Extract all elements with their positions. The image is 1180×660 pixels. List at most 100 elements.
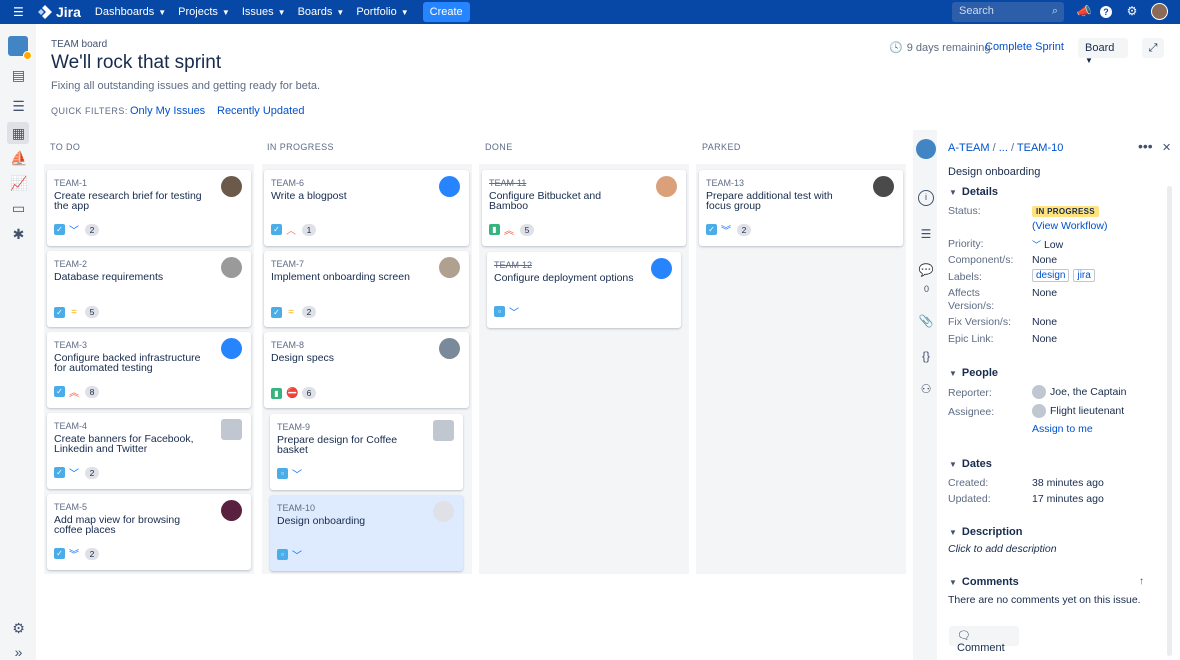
project-avatar[interactable] <box>8 36 32 60</box>
issue-key[interactable]: TEAM-12 <box>494 260 532 270</box>
reporter-value[interactable]: Joe, the Captain <box>1032 385 1126 399</box>
nav-dashboards[interactable]: Dashboards ▼ <box>95 6 166 18</box>
board-name[interactable]: TEAM board <box>51 39 107 50</box>
issue-key[interactable]: TEAM-13 <box>706 178 744 188</box>
comments-section-toggle[interactable]: ▼ Comments <box>949 576 1019 588</box>
issue-key[interactable]: TEAM-6 <box>271 178 304 188</box>
board-icon[interactable]: ▦ <box>10 125 27 141</box>
subtask-card-selected[interactable]: TEAM-10 Design onboarding ▫ ﹀ <box>270 495 463 571</box>
filter-recently-updated[interactable]: Recently Updated <box>217 105 304 117</box>
nav-portfolio[interactable]: Portfolio ▼ <box>356 6 408 18</box>
search-input[interactable]: Search ⌕ <box>952 2 1064 22</box>
subtask-card[interactable]: TEAM-9 Prepare design for Coffee basket … <box>270 414 463 490</box>
filter-only-my-issues[interactable]: Only My Issues <box>130 105 205 117</box>
assign-to-me-link[interactable]: Assign to me <box>1032 423 1093 435</box>
fix-version-value[interactable]: None <box>1032 316 1057 328</box>
issue-card[interactable]: TEAM-2 Database requirements ✓ = 5 <box>47 251 251 327</box>
issue-card[interactable]: TEAM-13 Prepare additional test with foc… <box>699 170 903 246</box>
menu-icon[interactable]: ☰ <box>13 5 27 19</box>
subtask-card[interactable]: TEAM-12 Configure deployment options ▫ ﹀ <box>487 252 681 328</box>
issue-card[interactable]: TEAM-1 Create research brief for testing… <box>47 170 251 246</box>
issue-key[interactable]: TEAM-9 <box>277 422 310 432</box>
jira-logo[interactable]: Jira <box>37 4 81 20</box>
assignee-label: Assignee: <box>948 406 995 418</box>
people-section-toggle[interactable]: ▼ People <box>949 367 998 379</box>
issue-key[interactable]: TEAM-8 <box>271 340 304 350</box>
code-icon[interactable]: {} <box>918 349 934 365</box>
issue-summary: Create banners for Facebook, Linkedin an… <box>54 433 194 455</box>
nav-boards[interactable]: Boards ▼ <box>298 6 345 18</box>
complete-sprint-button[interactable]: Complete Sprint <box>985 41 1064 53</box>
description-section-toggle[interactable]: ▼ Description <box>949 526 1022 538</box>
nav-projects[interactable]: Projects ▼ <box>178 6 230 18</box>
details-icon[interactable]: ☰ <box>918 227 934 243</box>
expand-sidebar-icon[interactable]: » <box>10 644 27 660</box>
epic-link-value[interactable]: None <box>1032 333 1057 345</box>
panel-scrollbar[interactable] <box>1167 186 1172 656</box>
gear-icon[interactable]: ⚙ <box>1124 4 1140 20</box>
issue-key[interactable]: TEAM-10 <box>277 503 315 513</box>
issue-key[interactable]: TEAM-5 <box>54 502 87 512</box>
priority-low-icon: ﹀ <box>292 470 302 481</box>
issue-card[interactable]: TEAM-4 Create banners for Facebook, Link… <box>47 413 251 489</box>
create-button[interactable]: Create <box>422 2 470 22</box>
help-icon[interactable]: ? <box>1100 6 1112 18</box>
issue-card[interactable]: TEAM-8 Design specs ▮ ⛔ 6 <box>264 332 469 408</box>
user-avatar[interactable] <box>1151 3 1168 20</box>
issues-icon[interactable]: ▭ <box>10 200 27 216</box>
issue-key[interactable]: TEAM-7 <box>271 259 304 269</box>
fix-version-label: Fix Version/s: <box>948 316 1012 328</box>
issue-key[interactable]: TEAM-4 <box>54 421 87 431</box>
roadmap-icon[interactable]: ▤ <box>10 67 27 83</box>
more-actions-icon[interactable]: ••• <box>1138 138 1153 154</box>
priority-text: Low <box>1043 239 1064 251</box>
board-menu-button[interactable]: Board ▼ <box>1078 38 1128 65</box>
sort-icon[interactable]: ↑ <box>1139 576 1144 587</box>
view-workflow-link[interactable]: (View Workflow) <box>1032 220 1107 232</box>
components-value[interactable]: None <box>1032 254 1057 266</box>
breadcrumb-project[interactable]: A-TEAM <box>948 142 990 154</box>
issue-key[interactable]: TEAM-3 <box>54 340 87 350</box>
issue-key[interactable]: TEAM-1 <box>54 178 87 188</box>
issue-summary-heading[interactable]: Design onboarding <box>948 166 1040 178</box>
labels-value[interactable]: design jira <box>1032 269 1099 282</box>
description-placeholder[interactable]: Click to add description <box>948 543 1057 555</box>
integrations-icon[interactable]: ⚇ <box>918 382 934 398</box>
breadcrumb-issue[interactable]: TEAM-10 <box>1017 142 1063 154</box>
task-type-icon: ✓ <box>706 224 717 235</box>
reports-icon[interactable]: 📈 <box>10 175 27 191</box>
assignee-value[interactable]: Flight lieutenant <box>1032 404 1124 418</box>
backlog-icon[interactable]: ☰ <box>10 98 27 114</box>
releases-icon[interactable]: ⛵ <box>10 150 27 166</box>
project-badge <box>23 51 32 60</box>
issue-card[interactable]: TEAM-3 Configure backed infrastructure f… <box>47 332 251 408</box>
issue-key[interactable]: TEAM-11 <box>489 178 526 188</box>
breadcrumb-parent[interactable]: ... <box>999 142 1008 154</box>
dates-section-toggle[interactable]: ▼ Dates <box>949 458 992 470</box>
issue-key[interactable]: TEAM-2 <box>54 259 87 269</box>
comment-button[interactable]: 🗨 Comment <box>949 626 1019 654</box>
issue-summary: Database requirements <box>54 271 164 283</box>
issue-card[interactable]: TEAM-7 Implement onboarding screen ✓ = 2 <box>264 251 469 327</box>
info-icon[interactable]: i <box>918 190 934 206</box>
settings-icon[interactable]: ⚙ <box>10 620 27 636</box>
priority-medium-icon: = <box>71 306 77 318</box>
label-tag[interactable]: design <box>1032 269 1070 282</box>
attachment-icon[interactable]: 📎 <box>918 314 934 330</box>
label-tag[interactable]: jira <box>1073 269 1095 282</box>
nav-issues[interactable]: Issues ▼ <box>242 6 286 18</box>
fullscreen-button[interactable]: ⤢ <box>1142 38 1164 58</box>
typewriter-avatar <box>221 419 242 440</box>
close-icon[interactable]: ✕ <box>1162 141 1171 154</box>
priority-value[interactable]: ﹀ Low <box>1032 238 1063 251</box>
issue-card[interactable]: TEAM-5 Add map view for browsing coffee … <box>47 494 251 570</box>
issue-card[interactable]: TEAM-6 Write a blogpost ✓ ︿ 1 <box>264 170 469 246</box>
notifications-icon[interactable]: 📣 <box>1076 4 1092 20</box>
priority-low-icon: ﹀ <box>509 308 519 319</box>
comments-icon[interactable]: 💬 <box>918 263 934 279</box>
details-section-toggle[interactable]: ▼ Details <box>949 186 998 198</box>
status-value[interactable]: IN PROGRESS <box>1032 205 1099 217</box>
issue-card[interactable]: TEAM-11 Configure Bitbucket and Bamboo ▮… <box>482 170 686 246</box>
affects-version-value[interactable]: None <box>1032 287 1057 299</box>
components-icon[interactable]: ✱ <box>10 226 27 242</box>
